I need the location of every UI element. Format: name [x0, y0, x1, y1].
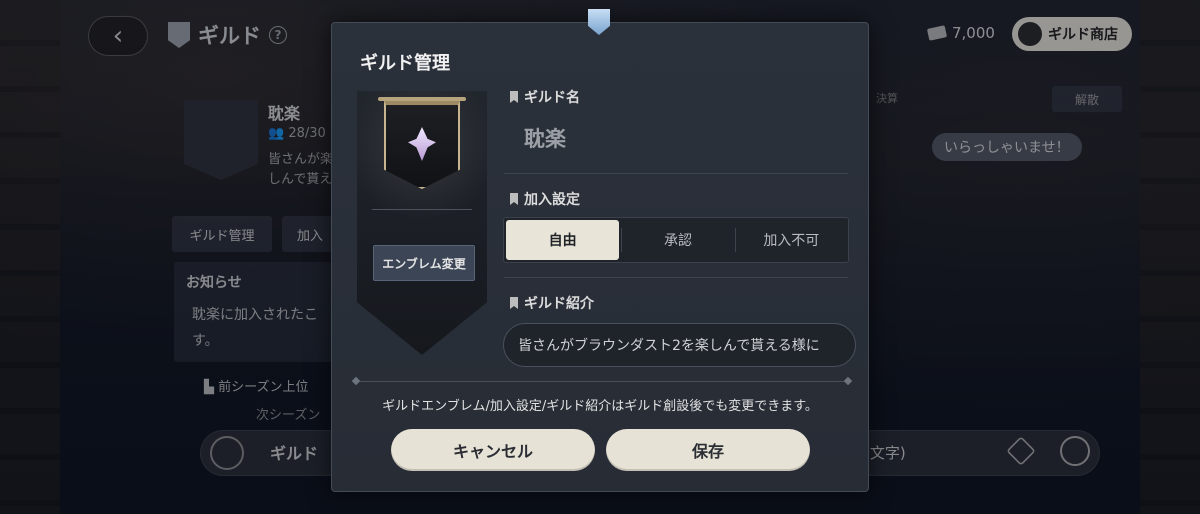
guild-name-label-text: ギルド名: [524, 90, 580, 106]
join-option-free[interactable]: 自由: [506, 220, 620, 260]
guild-intro-label: ギルド紹介: [510, 293, 594, 313]
divider: [504, 277, 848, 278]
join-option-label: 加入不可: [763, 233, 820, 249]
guild-intro-label-text: ギルド紹介: [524, 296, 594, 312]
guild-intro-text: 皆さんがブラウンダスト2を楽しんで貰える様に: [518, 338, 820, 354]
join-setting-label-text: 加入設定: [524, 192, 580, 208]
guild-name-value: 耽楽: [524, 127, 566, 151]
cancel-button[interactable]: キャンセル: [391, 429, 595, 471]
join-setting-label: 加入設定: [510, 189, 580, 209]
footer-note: ギルドエンブレム/加入設定/ギルド紹介はギルド創設後でも変更できます。: [382, 399, 818, 414]
guild-manage-dialog: ギルド管理 エンブレム変更 ギルド名 耽楽 加入設定 自由 承認 加入不可 ギル…: [331, 9, 869, 492]
guild-name-label: ギルド名: [510, 87, 580, 107]
change-emblem-label: エンブレム変更: [382, 256, 466, 271]
bookmark-icon: [510, 297, 518, 309]
emblem-divider: [372, 209, 472, 210]
join-option-approval[interactable]: 承認: [621, 218, 734, 262]
guild-intro-input[interactable]: 皆さんがブラウンダスト2を楽しんで貰える様に: [503, 323, 856, 367]
divider: [504, 173, 848, 174]
change-emblem-button[interactable]: エンブレム変更: [373, 245, 475, 281]
join-option-label: 承認: [663, 233, 692, 249]
join-setting-selector: 自由 承認 加入不可: [503, 217, 849, 263]
bookmark-icon: [510, 193, 518, 205]
save-label: 保存: [691, 442, 724, 461]
join-option-closed[interactable]: 加入不可: [734, 218, 848, 262]
dialog-title: ギルド管理: [360, 53, 450, 74]
join-option-label: 自由: [548, 233, 577, 249]
banner-pin-icon: [588, 9, 610, 35]
cancel-label: キャンセル: [452, 442, 533, 461]
bookmark-icon: [510, 91, 518, 103]
save-button[interactable]: 保存: [606, 429, 810, 471]
banner-rod: [378, 97, 466, 101]
footer-divider: [356, 381, 848, 382]
